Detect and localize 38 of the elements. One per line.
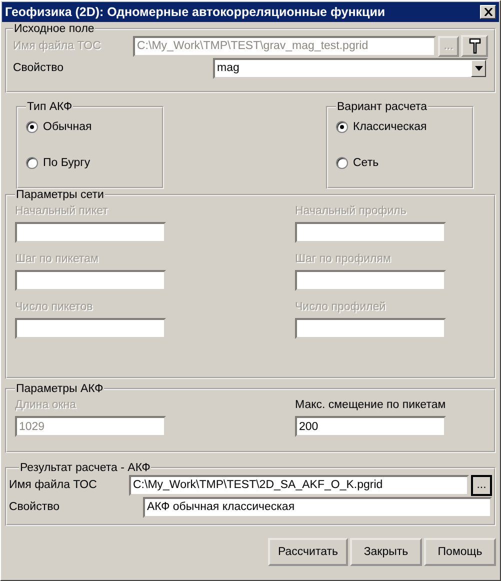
number-field[interactable] bbox=[15, 318, 166, 339]
group-title: Результат расчета - АКФ bbox=[19, 462, 152, 474]
radio-option[interactable]: По Бургу bbox=[26, 155, 154, 171]
number-field[interactable] bbox=[15, 270, 166, 291]
group-title: Параметры сети bbox=[15, 189, 105, 201]
property-dropdown[interactable]: mag bbox=[213, 58, 488, 78]
dialog-button[interactable]: Помощь bbox=[424, 538, 496, 566]
radio-option[interactable]: Сеть bbox=[336, 155, 464, 171]
radio-button[interactable] bbox=[26, 121, 38, 133]
property-name-field[interactable]: АКФ обычная классическая bbox=[143, 496, 492, 518]
radio-button[interactable] bbox=[336, 121, 348, 133]
group-title: Вариант расчета bbox=[336, 101, 428, 113]
radio-button[interactable] bbox=[336, 157, 348, 169]
number-field[interactable]: 200 bbox=[295, 416, 446, 437]
field-label: Свойство bbox=[13, 62, 64, 74]
number-field[interactable] bbox=[295, 270, 446, 291]
file-path-field[interactable]: C:\My_Work\TMP\TEST\2D_SA_AKF_O_K.pgrid bbox=[129, 474, 469, 496]
radio-option[interactable]: Классическая bbox=[336, 119, 464, 135]
field-label: Имя файла ТОС bbox=[9, 479, 98, 491]
field-label: Макс. смещение по пикетам bbox=[295, 399, 446, 411]
dropdown-arrow-icon bbox=[474, 66, 482, 70]
pin-icon bbox=[468, 38, 480, 54]
field-label: Свойство bbox=[9, 501, 60, 513]
number-field[interactable] bbox=[295, 222, 446, 243]
dialog-button[interactable]: Закрыть bbox=[350, 538, 422, 566]
group-title: Тип АКФ bbox=[26, 101, 74, 113]
group-title: Исходное поле bbox=[13, 23, 96, 35]
group-title: Параметры АКФ bbox=[15, 383, 104, 395]
browse-button[interactable]: ... bbox=[471, 474, 492, 496]
pin-button[interactable] bbox=[461, 35, 488, 57]
close-icon bbox=[484, 8, 492, 16]
window-title: Геофизика (2D): Одномерные автокорреляционные функции bbox=[5, 5, 386, 19]
number-field[interactable] bbox=[15, 222, 166, 243]
number-field[interactable] bbox=[295, 318, 446, 339]
close-button[interactable] bbox=[480, 5, 496, 19]
radio-button[interactable] bbox=[26, 157, 38, 169]
radio-option[interactable]: Обычная bbox=[26, 119, 154, 135]
dialog-button[interactable]: Рассчитать bbox=[268, 538, 348, 566]
